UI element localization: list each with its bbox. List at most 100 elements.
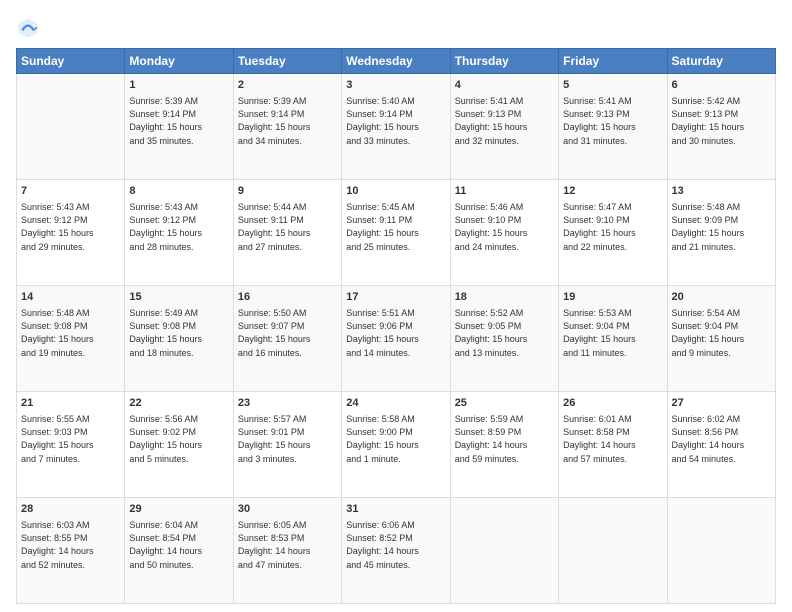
cell-line: and 14 minutes. [346,347,445,360]
header-cell-wednesday: Wednesday [342,49,450,74]
day-number: 10 [346,184,445,199]
cell-line: Sunrise: 5:43 AM [21,201,120,214]
cell-line: Sunrise: 5:48 AM [21,307,120,320]
cell-line: and 54 minutes. [672,453,771,466]
calendar-cell: 13Sunrise: 5:48 AMSunset: 9:09 PMDayligh… [667,180,775,286]
day-number: 26 [563,396,662,411]
calendar-cell: 30Sunrise: 6:05 AMSunset: 8:53 PMDayligh… [233,498,341,604]
cell-line: and 1 minute. [346,453,445,466]
cell-line: Sunrise: 5:39 AM [129,95,228,108]
cell-line: and 22 minutes. [563,241,662,254]
cell-line: Daylight: 15 hours [346,121,445,134]
cell-line: Sunrise: 5:57 AM [238,413,337,426]
day-number: 12 [563,184,662,199]
cell-content: Sunrise: 5:50 AMSunset: 9:07 PMDaylight:… [238,307,337,359]
cell-line: Sunset: 9:13 PM [672,108,771,121]
cell-line: Daylight: 15 hours [238,227,337,240]
header [16,16,776,40]
cell-line: Sunset: 9:06 PM [346,320,445,333]
day-number: 18 [455,290,554,305]
header-row: SundayMondayTuesdayWednesdayThursdayFrid… [17,49,776,74]
day-number: 4 [455,78,554,93]
cell-line: Sunrise: 5:58 AM [346,413,445,426]
cell-line: Daylight: 14 hours [346,545,445,558]
cell-line: and 7 minutes. [21,453,120,466]
day-number: 29 [129,502,228,517]
cell-line: and 16 minutes. [238,347,337,360]
logo-icon [16,16,40,40]
cell-line: Sunset: 9:08 PM [21,320,120,333]
calendar-cell: 31Sunrise: 6:06 AMSunset: 8:52 PMDayligh… [342,498,450,604]
cell-line: Daylight: 15 hours [455,333,554,346]
week-row-3: 14 Sunrise: 5:48 AMSunset: 9:08 PM Dayligh… [17,286,776,392]
cell-content: Sunrise: 6:02 AMSunset: 8:56 PMDaylight:… [672,413,771,465]
calendar-cell: 18 Sunrise: 5:52 AMSunset: 9:05 PMDayligh… [450,286,558,392]
cell-line: and 19 minutes. [21,347,120,360]
calendar-cell: 12Sunrise: 5:47 AMSunset: 9:10 PMDayligh… [559,180,667,286]
cell-line: and 27 minutes. [238,241,337,254]
cell-line: and 47 minutes. [238,559,337,572]
cell-line: and 11 minutes. [563,347,662,360]
calendar-cell: 8Sunrise: 5:43 AMSunset: 9:12 PMDaylight… [125,180,233,286]
cell-content: Sunrise: 6:03 AMSunset: 8:55 PMDaylight:… [21,519,120,571]
calendar-cell: 16 Sunrise: 5:50 AMSunset: 9:07 PMDayligh… [233,286,341,392]
cell-line: Sunset: 9:04 PM [672,320,771,333]
calendar-cell [17,74,125,180]
cell-line: Sunset: 9:05 PM [455,320,554,333]
calendar-cell: 11Sunrise: 5:46 AMSunset: 9:10 PMDayligh… [450,180,558,286]
calendar-body: 1Sunrise: 5:39 AMSunset: 9:14 PMDaylight… [17,74,776,604]
cell-content: Sunrise: 5:42 AMSunset: 9:13 PMDaylight:… [672,95,771,147]
day-number: 16 [238,290,337,305]
calendar-cell [559,498,667,604]
cell-line: Daylight: 15 hours [129,439,228,452]
cell-line: Sunrise: 5:47 AM [563,201,662,214]
cell-content: Sunrise: 5:41 AMSunset: 9:13 PMDaylight:… [455,95,554,147]
cell-line: Daylight: 14 hours [672,439,771,452]
cell-line: and 33 minutes. [346,135,445,148]
cell-line: Sunrise: 5:43 AM [129,201,228,214]
cell-line: Daylight: 15 hours [129,333,228,346]
calendar-cell: 14Sunrise: 5:48 AMSunset: 9:08 PMDayligh… [17,286,125,392]
cell-line: Sunrise: 5:53 AM [563,307,662,320]
cell-line: Sunrise: 5:48 AM [672,201,771,214]
cell-line: Sunrise: 5:40 AM [346,95,445,108]
day-number: 14 [21,290,120,305]
calendar-cell: 9Sunrise: 5:44 AMSunset: 9:11 PMDaylight… [233,180,341,286]
cell-content: Sunrise: 5:46 AMSunset: 9:10 PMDaylight:… [455,201,554,253]
header-cell-tuesday: Tuesday [233,49,341,74]
cell-content: Sunrise: 5:43 AMSunset: 9:12 PMDaylight:… [129,201,228,253]
calendar-cell: 19Sunrise: 5:53 AMSunset: 9:04 PMDayligh… [559,286,667,392]
cell-line: Daylight: 15 hours [455,227,554,240]
calendar-cell: 22Sunrise: 5:56 AMSunset: 9:02 PMDayligh… [125,392,233,498]
cell-line: and 57 minutes. [563,453,662,466]
calendar-cell: 26Sunrise: 6:01 AMSunset: 8:58 PMDayligh… [559,392,667,498]
cell-content: Sunrise: 5:54 AMSunset: 9:04 PMDaylight:… [672,307,771,359]
cell-content: Sunrise: 5:52 AMSunset: 9:05 PMDaylight:… [455,307,554,359]
day-number: 13 [672,184,771,199]
cell-line: Sunset: 9:07 PM [238,320,337,333]
cell-line: Sunset: 9:12 PM [129,214,228,227]
cell-content: Sunrise: 5:44 AMSunset: 9:11 PMDaylight:… [238,201,337,253]
calendar-cell [667,498,775,604]
cell-line: and 21 minutes. [672,241,771,254]
cell-line: and 25 minutes. [346,241,445,254]
cell-line: Daylight: 15 hours [346,227,445,240]
cell-line: and 9 minutes. [672,347,771,360]
day-number: 3 [346,78,445,93]
cell-content: Sunrise: 6:06 AMSunset: 8:52 PMDaylight:… [346,519,445,571]
cell-line: Sunrise: 5:41 AM [563,95,662,108]
cell-line: Sunset: 8:54 PM [129,532,228,545]
cell-line: Sunrise: 6:06 AM [346,519,445,532]
cell-line: Sunrise: 5:45 AM [346,201,445,214]
calendar-cell: 2Sunrise: 5:39 AMSunset: 9:14 PMDaylight… [233,74,341,180]
cell-content: Sunrise: 5:53 AMSunset: 9:04 PMDaylight:… [563,307,662,359]
calendar-cell: 3Sunrise: 5:40 AMSunset: 9:14 PMDaylight… [342,74,450,180]
day-number: 2 [238,78,337,93]
cell-content: Sunrise: 5:58 AMSunset: 9:00 PMDaylight:… [346,413,445,465]
cell-line: Sunset: 8:56 PM [672,426,771,439]
day-number: 7 [21,184,120,199]
week-row-2: 7Sunrise: 5:43 AMSunset: 9:12 PMDaylight… [17,180,776,286]
calendar-cell: 21Sunrise: 5:55 AMSunset: 9:03 PMDayligh… [17,392,125,498]
cell-line: Daylight: 15 hours [346,439,445,452]
cell-line: and 29 minutes. [21,241,120,254]
